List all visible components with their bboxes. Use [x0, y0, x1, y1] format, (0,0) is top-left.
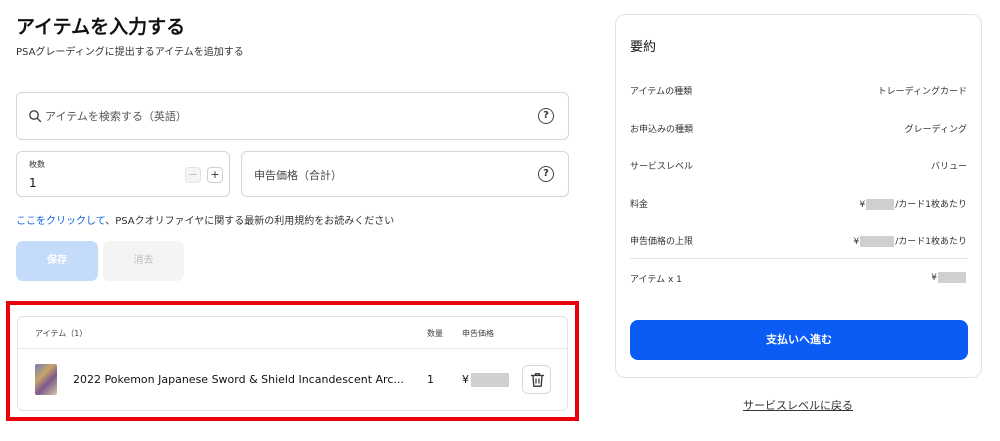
- redacted-value: [866, 199, 895, 210]
- summary-value-value-limit: ¥ /カード1枚あたり: [853, 234, 967, 247]
- declared-value-label: 申告価格（合計）: [254, 169, 342, 182]
- item-qty: 1: [427, 373, 434, 386]
- search-input[interactable]: [45, 106, 525, 126]
- terms-notice: ここをクリックして、PSAクオリファイヤに関する最新の利用規約をお読みください: [16, 212, 394, 227]
- summary-label-item-count: アイテム x 1: [630, 275, 682, 285]
- declared-value-field[interactable]: 申告価格（合計） ?: [241, 151, 569, 197]
- items-table-header: アイテム（1） 数量 申告価格: [18, 317, 567, 349]
- column-header-item: アイテム（1）: [35, 329, 88, 338]
- page-title: アイテムを入力する: [16, 16, 186, 38]
- search-icon: [29, 110, 42, 123]
- proceed-to-payment-button[interactable]: 支払いへ進む: [630, 320, 968, 360]
- items-table: アイテム（1） 数量 申告価格 2022 Pokemon Japanese Sw…: [17, 316, 568, 411]
- column-header-qty: 数量: [427, 329, 443, 338]
- summary-divider: [630, 258, 968, 259]
- item-price-currency: ¥: [462, 373, 469, 386]
- save-button[interactable]: 保存: [16, 241, 98, 281]
- table-row: 2022 Pokemon Japanese Sword & Shield Inc…: [18, 350, 567, 411]
- quantity-label: 枚数: [29, 160, 45, 169]
- summary-label-value-limit: 申告価格の上限: [630, 237, 694, 247]
- summary-title: 要約: [630, 40, 657, 55]
- terms-text: 、PSAクオリファイヤに関する最新の利用規約をお読みください: [105, 216, 395, 227]
- redacted-value: [471, 373, 509, 387]
- redacted-value: [860, 236, 895, 247]
- summary-label-service-level: サービスレベル: [630, 162, 694, 172]
- summary-value-fee: ¥ /カード1枚あたり: [859, 197, 967, 210]
- summary-label-fee: 料金: [630, 200, 649, 210]
- quantity-increase-button[interactable]: +: [207, 167, 223, 183]
- help-icon[interactable]: ?: [538, 166, 554, 182]
- fee-suffix: /カード1枚あたり: [895, 200, 967, 210]
- quantity-field[interactable]: 枚数 1 − +: [16, 151, 230, 197]
- card-thumbnail: [35, 364, 57, 395]
- help-icon[interactable]: ?: [538, 108, 554, 124]
- summary-value-item-type: トレーディングカード: [877, 87, 967, 97]
- back-to-service-level-link[interactable]: サービスレベルに戻る: [743, 397, 853, 413]
- delete-item-button[interactable]: [522, 365, 551, 394]
- item-price: ¥: [462, 373, 509, 387]
- limit-suffix: /カード1枚あたり: [895, 237, 967, 247]
- item-name: 2022 Pokemon Japanese Sword & Shield Inc…: [73, 373, 404, 386]
- limit-currency: ¥: [853, 237, 860, 247]
- terms-link[interactable]: ここをクリックして: [16, 216, 105, 227]
- summary-label-item-type: アイテムの種類: [630, 87, 693, 97]
- trash-icon: [530, 373, 545, 387]
- quantity-decrease-button[interactable]: −: [185, 167, 201, 183]
- total-currency: ¥: [931, 273, 937, 283]
- page-subtitle: PSAグレーディングに提出するアイテムを追加する: [16, 47, 244, 58]
- summary-value-order-type: グレーディング: [904, 125, 967, 135]
- fee-currency: ¥: [859, 200, 866, 210]
- summary-value-item-total: ¥: [931, 272, 967, 283]
- summary-label-order-type: お申込みの種類: [630, 125, 694, 135]
- summary-value-service-level: バリュー: [930, 162, 967, 172]
- clear-button[interactable]: 消去: [103, 241, 184, 281]
- redacted-value: [938, 272, 966, 283]
- quantity-value[interactable]: 1: [29, 176, 37, 190]
- item-search-box[interactable]: ?: [16, 92, 569, 140]
- column-header-price: 申告価格: [462, 329, 494, 338]
- summary-panel: 要約 アイテムの種類 トレーディングカード お申込みの種類 グレーディング サー…: [615, 14, 982, 378]
